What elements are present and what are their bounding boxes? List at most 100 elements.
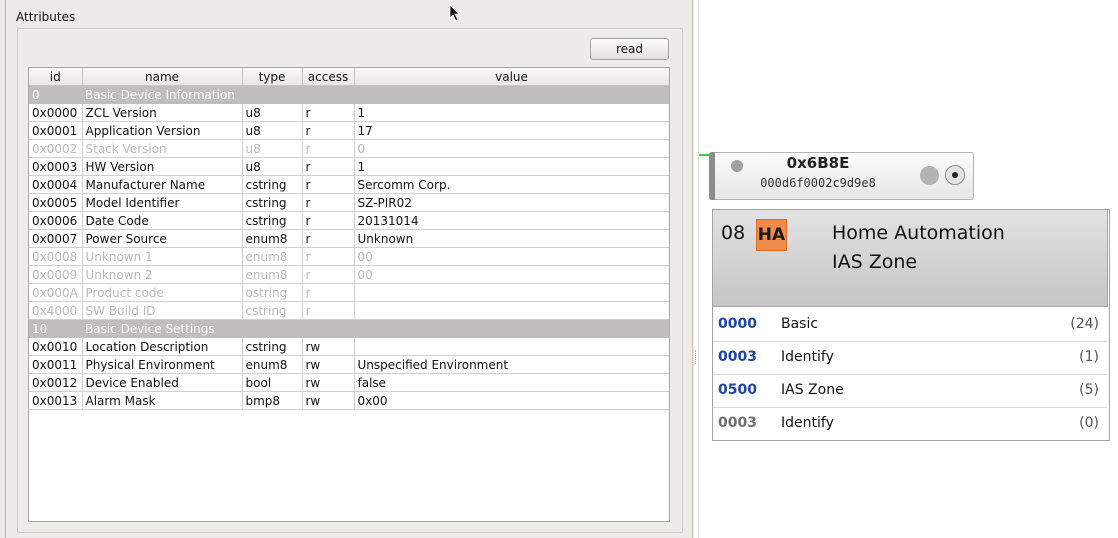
cluster-attribute-count: (24) xyxy=(1070,316,1099,332)
pane-edge xyxy=(692,0,693,538)
node-socket-icon[interactable] xyxy=(920,166,939,185)
attribute-access: r xyxy=(302,139,355,158)
attribute-id: 0x0011 xyxy=(29,355,83,374)
cluster-row-identify-out[interactable]: 0003 Identify (0) xyxy=(713,408,1107,440)
attribute-row[interactable]: 0x0001 Application Version u8 r 17 xyxy=(29,121,669,140)
attribute-id: 0x0013 xyxy=(29,391,83,410)
attribute-row[interactable]: 0x4000 SW Build ID cstring r xyxy=(29,301,669,320)
attribute-name: Model Identifier xyxy=(82,193,243,212)
attribute-row[interactable]: 0x000A Product code ostring r xyxy=(29,283,669,302)
attribute-type: u8 xyxy=(242,121,303,140)
cluster-row-identify[interactable]: 0003 Identify (1) xyxy=(713,342,1107,375)
cluster-id: 0003 xyxy=(718,415,757,431)
attribute-row[interactable]: 0x0000 ZCL Version u8 r 1 xyxy=(29,103,669,122)
attribute-id: 0x0003 xyxy=(29,157,83,176)
attribute-access: r xyxy=(302,211,355,230)
column-header-value[interactable]: value xyxy=(354,68,669,86)
attribute-id: 0x0008 xyxy=(29,247,83,266)
canvas-divider xyxy=(698,0,699,538)
endpoint-number: 08 xyxy=(721,222,746,244)
attribute-access: rw xyxy=(302,391,355,410)
cluster-attribute-count: (5) xyxy=(1079,382,1099,398)
attribute-type: bool xyxy=(242,373,303,392)
attribute-name: Unknown 2 xyxy=(82,265,243,284)
attribute-value: SZ-PIR02 xyxy=(354,193,669,212)
attribute-value: 00 xyxy=(354,247,669,266)
attribute-row[interactable]: 0x0002 Stack Version u8 r 0 xyxy=(29,139,669,158)
attribute-row[interactable]: 0x0006 Date Code cstring r 20131014 xyxy=(29,211,669,230)
splitter-handle[interactable] xyxy=(695,350,698,364)
column-header-access[interactable]: access xyxy=(302,68,355,86)
attribute-access: rw xyxy=(302,337,355,356)
attribute-row[interactable]: 0x0013 Alarm Mask bmp8 rw 0x00 xyxy=(29,391,669,410)
attribute-value: 0 xyxy=(354,139,669,158)
attribute-value: false xyxy=(354,373,669,392)
group-id: 10 xyxy=(29,319,82,338)
attribute-row[interactable]: 0x0012 Device Enabled bool rw false xyxy=(29,373,669,392)
attribute-access: r xyxy=(302,283,355,302)
attribute-type: enum8 xyxy=(242,355,303,374)
attribute-name: Alarm Mask xyxy=(82,391,243,410)
cluster-row-basic[interactable]: 0000 Basic (24) xyxy=(713,309,1107,342)
attribute-name: Stack Version xyxy=(82,139,243,158)
attribute-name: Date Code xyxy=(82,211,243,230)
attribute-row[interactable]: 0x0011 Physical Environment enum8 rw Unspeci… xyxy=(29,355,669,374)
cluster-id: 0000 xyxy=(718,316,757,332)
attribute-group-row[interactable]: 0 Basic Device Information xyxy=(29,85,669,104)
attribute-type: cstring xyxy=(242,211,303,230)
attribute-access: r xyxy=(302,157,355,176)
attribute-type: cstring xyxy=(242,301,303,320)
attribute-type: u8 xyxy=(242,157,303,176)
cluster-row-ias-zone[interactable]: 0500 IAS Zone (5) xyxy=(713,375,1107,408)
attribute-value: Sercomm Corp. xyxy=(354,175,669,194)
attribute-name: Device Enabled xyxy=(82,373,243,392)
attribute-id: 0x0009 xyxy=(29,265,83,284)
attribute-value xyxy=(354,337,669,356)
attribute-access: r xyxy=(302,103,355,122)
attribute-access: r xyxy=(302,301,355,320)
profile-name: Home Automation xyxy=(832,222,1005,244)
read-button[interactable]: read xyxy=(590,38,669,60)
attribute-name: Unknown 1 xyxy=(82,247,243,266)
group-id: 0 xyxy=(29,85,82,104)
attribute-id: 0x0006 xyxy=(29,211,83,230)
device-name: IAS Zone xyxy=(832,251,918,273)
attribute-id: 0x0004 xyxy=(29,175,83,194)
attribute-group-row[interactable]: 10 Basic Device Settings xyxy=(29,319,669,338)
cluster-name: Identify xyxy=(781,415,834,431)
attribute-type: bmp8 xyxy=(242,391,303,410)
attribute-id: 0x0010 xyxy=(29,337,83,356)
attribute-value xyxy=(354,301,669,320)
cluster-attribute-count: (0) xyxy=(1079,415,1099,431)
attribute-value: 17 xyxy=(354,121,669,140)
attribute-type: ostring xyxy=(242,283,303,302)
attribute-id: 0x0000 xyxy=(29,103,83,122)
attribute-row[interactable]: 0x0004 Manufacturer Name cstring r Sercomm C… xyxy=(29,175,669,194)
attribute-row[interactable]: 0x0008 Unknown 1 enum8 r 00 xyxy=(29,247,669,266)
attribute-row[interactable]: 0x0007 Power Source enum8 r Unknown xyxy=(29,229,669,248)
column-header-type[interactable]: type xyxy=(242,68,303,86)
attribute-type: enum8 xyxy=(242,247,303,266)
attributes-table[interactable]: id name type access value 0 Basic Device … xyxy=(28,67,670,522)
attribute-name: Manufacturer Name xyxy=(82,175,243,194)
column-header-id[interactable]: id xyxy=(29,68,83,86)
attribute-row[interactable]: 0x0010 Location Description cstring rw xyxy=(29,337,669,356)
attribute-type: u8 xyxy=(242,103,303,122)
column-header-name[interactable]: name xyxy=(82,68,243,86)
window-edge xyxy=(5,0,6,538)
attribute-id: 0x0007 xyxy=(29,229,83,248)
attribute-type: cstring xyxy=(242,337,303,356)
table-header-row: id name type access value xyxy=(29,68,669,86)
profile-badge: HA xyxy=(756,219,787,251)
attributes-table-body: 0 Basic Device Information 0x0000 ZCL Versi… xyxy=(29,85,669,410)
attribute-row[interactable]: 0x0003 HW Version u8 r 1 xyxy=(29,157,669,176)
attribute-id: 0x000A xyxy=(29,283,83,302)
attribute-row[interactable]: 0x0009 Unknown 2 enum8 r 00 xyxy=(29,265,669,284)
attribute-name: Application Version xyxy=(82,121,243,140)
group-name: Basic Device Information xyxy=(82,85,669,104)
attribute-row[interactable]: 0x0005 Model Identifier cstring r SZ-PIR02 xyxy=(29,193,669,212)
attribute-id: 0x0012 xyxy=(29,373,83,392)
attribute-id: 0x0001 xyxy=(29,121,83,140)
attribute-value: 1 xyxy=(354,103,669,122)
node-connector-dot-icon xyxy=(952,172,958,178)
